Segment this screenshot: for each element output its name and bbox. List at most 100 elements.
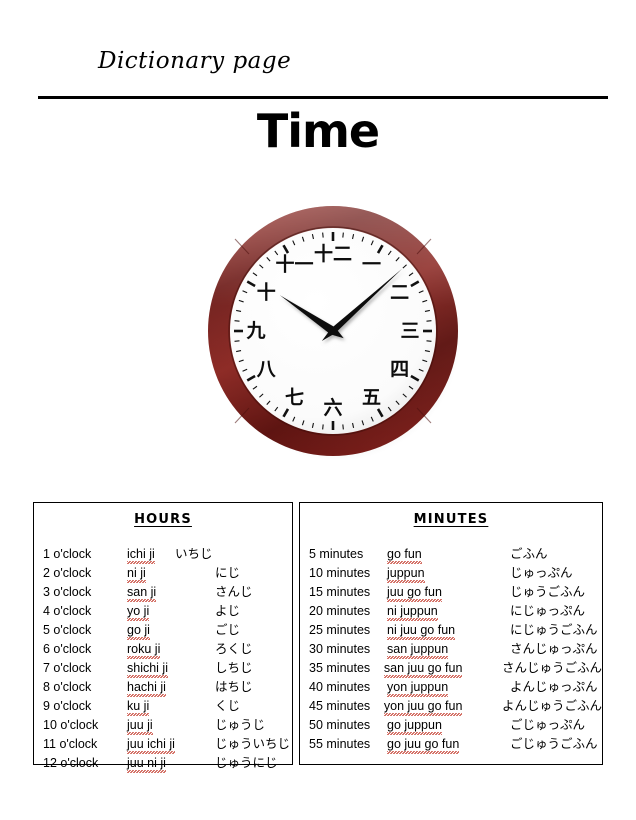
row-kana: さんじゅうごふん [501, 660, 602, 675]
row-romaji: shichi ji [127, 661, 215, 678]
row-romaji: go juu go fun [387, 737, 510, 754]
spellcheck-underline: ni ji [127, 566, 146, 583]
table-row: 15 minutes juu go fun じゅうごふん [309, 581, 602, 602]
row-kana: ごじ [215, 622, 241, 637]
spellcheck-underline: shichi ji [127, 661, 168, 678]
row-label: 8 o'clock [43, 680, 92, 694]
spellcheck-underline: juu ni ji [127, 756, 166, 773]
hours-table: HOURS 1 o'clock ichi ji いちじ 2 o'clock ni ji に… [33, 502, 293, 773]
clock-numeral-5: 五 [362, 387, 381, 409]
row-label: 25 minutes [309, 623, 371, 637]
clock-numeral-12: 十二 [314, 242, 352, 265]
table-row: 10 o'clock juu ji じゅうじ [43, 714, 292, 735]
clock-numeral-11: 十一 [275, 252, 313, 275]
row-label: 6 o'clock [43, 642, 92, 656]
clock-minor-tick [426, 340, 432, 342]
clock-numeral-4: 四 [390, 359, 409, 381]
row-romaji: yo ji [127, 604, 215, 621]
row-label: 10 o'clock [43, 718, 99, 732]
clock-minor-tick [342, 232, 344, 238]
row-kana: さんじゅっぷん [510, 641, 598, 656]
hours-table-body: 1 o'clock ichi ji いちじ 2 o'clock ni ji にじ 3 o'c… [34, 543, 292, 773]
row-kana: ごふん [510, 546, 548, 561]
row-romaji: ni ji [127, 566, 215, 583]
row-kana: よんじゅっぷん [510, 679, 598, 694]
row-label: 15 minutes [309, 585, 371, 599]
row-kana: さんじ [215, 584, 253, 599]
row-label: 20 minutes [309, 604, 371, 618]
row-romaji: roku ji [127, 642, 215, 659]
row-romaji: go juppun [387, 718, 510, 735]
row-romaji: yon juppun [387, 680, 510, 697]
row-label: 40 minutes [309, 680, 371, 694]
clock-minor-tick [234, 320, 240, 322]
spellcheck-underline: ichi ji [127, 547, 155, 564]
table-row: 20 minutes ni juppun にじゅっぷん [309, 600, 602, 621]
clock-minor-tick [322, 232, 324, 238]
row-romaji: ni juppun [387, 604, 510, 621]
row-romaji: juu ni ji [127, 756, 215, 773]
row-romaji: go fun [387, 547, 510, 564]
row-kana: よんじゅうごふん [501, 698, 602, 713]
spellcheck-underline: go juu go fun [387, 737, 460, 754]
row-romaji: hachi ji [127, 680, 215, 697]
clock-minor-tick [234, 340, 240, 342]
spellcheck-underline: juu ji [127, 718, 153, 735]
clock-center-cap [329, 327, 337, 335]
table-row: 2 o'clock ni ji にじ [43, 562, 292, 583]
table-row: 11 o'clock juu ichi ji じゅういちじ [43, 733, 292, 754]
spellcheck-underline: san juppun [387, 642, 449, 659]
clock-numeral-10: 十 [257, 281, 276, 304]
dictionary-page-label: Dictionary page [98, 48, 292, 74]
spellcheck-underline: ni juppun [387, 604, 438, 621]
spellcheck-underline: yon juppun [387, 680, 449, 697]
table-row: 4 o'clock yo ji よじ [43, 600, 292, 621]
row-romaji: ichi ji [127, 547, 175, 564]
clock-minor-tick [342, 424, 344, 430]
spellcheck-underline: yo ji [127, 604, 150, 621]
spellcheck-underline: juu go fun [387, 585, 442, 602]
spellcheck-underline: san juu go fun [383, 661, 463, 678]
table-row: 40 minutes yon juppun よんじゅっぷん [309, 676, 602, 697]
row-label: 10 minutes [309, 566, 371, 580]
analog-clock-svg: 一二三四五六七八九十 十一 十二 [208, 206, 460, 461]
row-label: 30 minutes [309, 642, 371, 656]
row-kana: じゅうごふん [510, 584, 586, 599]
row-kana: じゅういちじ [215, 736, 291, 751]
spellcheck-underline: juppun [387, 566, 425, 583]
table-row: 12 o'clock juu ni ji じゅうにじ [43, 752, 292, 773]
row-romaji: san juppun [387, 642, 510, 659]
row-kana: じゅうじ [215, 717, 266, 732]
row-kana: いちじ [175, 546, 213, 561]
clock-numeral-2: 二 [390, 282, 409, 304]
row-label: 9 o'clock [43, 699, 92, 713]
row-label: 2 o'clock [43, 566, 92, 580]
row-kana: はちじ [215, 679, 253, 694]
row-romaji: juu go fun [387, 585, 510, 602]
table-row: 3 o'clock san ji さんじ [43, 581, 292, 602]
row-romaji: juu ji [127, 718, 215, 735]
row-kana: にじゅっぷん [510, 603, 586, 618]
row-romaji: yon juu go fun [383, 699, 502, 716]
row-label: 1 o'clock [43, 547, 92, 561]
row-romaji: go ji [127, 623, 215, 640]
spellcheck-underline: go juppun [387, 718, 442, 735]
clock-minor-tick [322, 424, 324, 430]
row-label: 45 minutes [309, 699, 371, 713]
table-row: 45 minutes yon juu go fun よんじゅうごふん [309, 695, 602, 716]
clock-numeral-8: 八 [257, 359, 277, 381]
row-label: 55 minutes [309, 737, 371, 751]
spellcheck-underline: go fun [387, 547, 422, 564]
spellcheck-underline: ni juu go fun [387, 623, 456, 640]
row-kana: にじゅうごふん [510, 622, 598, 637]
spellcheck-underline: go ji [127, 623, 150, 640]
table-row: 5 minutes go fun ごふん [309, 543, 602, 564]
page-title: Time [256, 104, 380, 158]
table-row: 30 minutes san juppun さんじゅっぷん [309, 638, 602, 659]
table-row: 35 minutes san juu go fun さんじゅうごふん [309, 657, 602, 678]
row-kana: しちじ [215, 660, 253, 675]
hours-table-heading: HOURS [134, 512, 192, 527]
row-label: 7 o'clock [43, 661, 92, 675]
table-row: 9 o'clock ku ji くじ [43, 695, 292, 716]
row-romaji: san ji [127, 585, 215, 602]
